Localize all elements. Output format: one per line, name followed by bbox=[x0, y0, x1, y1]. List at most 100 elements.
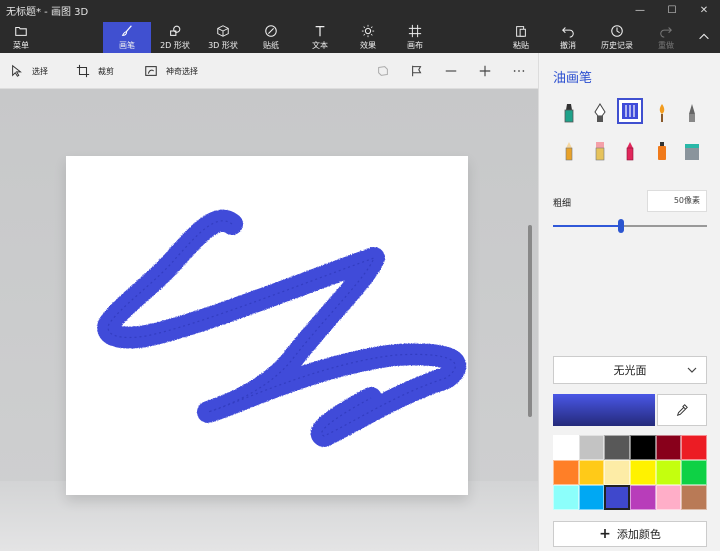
color-swatch[interactable] bbox=[553, 460, 579, 485]
canvas-drawing bbox=[97, 209, 467, 447]
pixel-pen-icon bbox=[689, 104, 695, 122]
tab-label: 3D 形状 bbox=[208, 41, 238, 50]
tab-label: 画布 bbox=[407, 41, 423, 50]
redo-button[interactable]: 重做 bbox=[650, 22, 682, 53]
close-button[interactable]: ✕ bbox=[688, 0, 720, 20]
color-swatch[interactable] bbox=[553, 485, 579, 510]
oil-brush-tool[interactable] bbox=[617, 98, 643, 124]
finish-dropdown[interactable]: 无光面 bbox=[553, 356, 707, 384]
tab-effects[interactable]: 效果 bbox=[350, 22, 386, 53]
tab-canvas[interactable]: 画布 bbox=[397, 22, 433, 53]
tab-brushes[interactable]: 画笔 bbox=[103, 22, 151, 53]
history-label: 历史记录 bbox=[601, 41, 633, 50]
flag-icon bbox=[412, 65, 422, 77]
magic-select-label: 神奇选择 bbox=[166, 66, 198, 76]
thickness-slider-thumb[interactable] bbox=[617, 219, 624, 233]
color-swatch[interactable] bbox=[655, 485, 682, 510]
redo-label: 重做 bbox=[658, 41, 674, 50]
color-swatch[interactable] bbox=[681, 435, 707, 460]
calligraphy-pen-tool[interactable] bbox=[587, 100, 613, 126]
text-icon bbox=[315, 26, 325, 37]
watercolor-tool[interactable] bbox=[649, 100, 675, 126]
redo-icon bbox=[660, 27, 672, 38]
color-swatch[interactable] bbox=[553, 435, 579, 460]
cube-icon bbox=[217, 25, 229, 37]
current-color-preview[interactable] bbox=[553, 394, 655, 426]
zoom-in-button[interactable] bbox=[474, 53, 496, 89]
color-swatch[interactable] bbox=[655, 460, 682, 485]
add-color-label: 添加颜色 bbox=[616, 528, 661, 541]
zoom-out-button[interactable] bbox=[440, 53, 462, 89]
tab-label: 2D 形状 bbox=[160, 41, 190, 50]
chevron-down-icon bbox=[687, 367, 697, 373]
more-button[interactable] bbox=[508, 53, 530, 89]
color-swatch[interactable] bbox=[681, 485, 707, 510]
folder-icon bbox=[15, 26, 27, 36]
crop-icon bbox=[76, 64, 90, 78]
color-swatch[interactable] bbox=[578, 435, 605, 460]
history-button[interactable]: 历史记录 bbox=[596, 22, 638, 53]
fill-tool[interactable] bbox=[679, 138, 705, 164]
color-swatch[interactable] bbox=[578, 460, 605, 485]
plus-icon: + bbox=[599, 526, 611, 542]
minus-icon bbox=[445, 70, 457, 72]
eraser-tool[interactable] bbox=[587, 138, 613, 164]
color-swatch[interactable] bbox=[604, 485, 630, 510]
shapes-2d-icon bbox=[170, 25, 181, 36]
brush-panel: 油画笔 粗细 50像素 无光面 + 添加颜色 bbox=[538, 53, 720, 551]
eyedropper-icon bbox=[676, 404, 688, 417]
maximize-button[interactable]: ☐ bbox=[656, 0, 688, 20]
paste-button[interactable]: 粘贴 bbox=[505, 22, 537, 53]
color-swatch[interactable] bbox=[604, 460, 630, 485]
menu-button[interactable]: 菜单 bbox=[4, 22, 38, 53]
history-icon bbox=[611, 25, 623, 37]
collapse-ribbon-button[interactable] bbox=[692, 22, 716, 53]
magic-select-icon bbox=[145, 66, 157, 76]
sticker-icon bbox=[265, 25, 277, 37]
minimize-button[interactable]: — bbox=[624, 0, 656, 20]
undo-icon bbox=[562, 27, 574, 38]
more-icon bbox=[513, 70, 525, 72]
marker-icon bbox=[564, 104, 574, 123]
add-color-button[interactable]: + 添加颜色 bbox=[553, 521, 707, 547]
crop-label: 裁剪 bbox=[98, 66, 114, 76]
pixel-pen-tool[interactable] bbox=[679, 100, 705, 126]
color-swatch[interactable] bbox=[604, 435, 630, 460]
select-button[interactable]: 选择 bbox=[10, 53, 48, 89]
color-swatch[interactable] bbox=[578, 485, 605, 510]
spray-can-tool[interactable] bbox=[649, 138, 675, 164]
tab-3d-shapes[interactable]: 3D 形状 bbox=[203, 22, 243, 53]
paste-icon bbox=[516, 26, 526, 37]
pencil-tool[interactable] bbox=[556, 138, 582, 164]
color-swatch[interactable] bbox=[629, 460, 656, 485]
eyedropper-button[interactable] bbox=[657, 394, 707, 426]
tab-text[interactable]: 文本 bbox=[302, 22, 338, 53]
drawing-canvas[interactable] bbox=[66, 156, 468, 495]
tab-label: 画笔 bbox=[119, 41, 135, 50]
tab-label: 效果 bbox=[360, 41, 376, 50]
color-swatch[interactable] bbox=[629, 485, 656, 510]
flag-button[interactable] bbox=[406, 53, 428, 89]
crayon-tool[interactable] bbox=[617, 138, 643, 164]
color-swatch[interactable] bbox=[681, 460, 707, 485]
mixed-reality-button[interactable] bbox=[372, 53, 394, 89]
tab-stickers[interactable]: 贴纸 bbox=[253, 22, 289, 53]
toolbar: 选择 裁剪 神奇选择 bbox=[0, 53, 538, 89]
undo-button[interactable]: 撤消 bbox=[552, 22, 584, 53]
watercolor-icon bbox=[659, 104, 665, 122]
color-swatch[interactable] bbox=[655, 435, 682, 460]
vertical-scrollbar[interactable] bbox=[528, 225, 532, 417]
plus-icon bbox=[479, 65, 491, 77]
chevron-up-icon bbox=[699, 33, 709, 40]
tab-2d-shapes[interactable]: 2D 形状 bbox=[155, 22, 195, 53]
magic-select-button[interactable]: 神奇选择 bbox=[144, 53, 198, 89]
paste-label: 粘贴 bbox=[513, 41, 529, 50]
panel-title: 油画笔 bbox=[553, 71, 593, 86]
sun-icon bbox=[361, 24, 375, 38]
crop-button[interactable]: 裁剪 bbox=[76, 53, 114, 89]
marker-tool[interactable] bbox=[556, 100, 582, 126]
canvas-icon bbox=[408, 24, 422, 38]
pencil-icon bbox=[565, 142, 573, 161]
color-swatch[interactable] bbox=[629, 435, 656, 460]
thickness-input[interactable]: 50像素 bbox=[647, 190, 707, 212]
